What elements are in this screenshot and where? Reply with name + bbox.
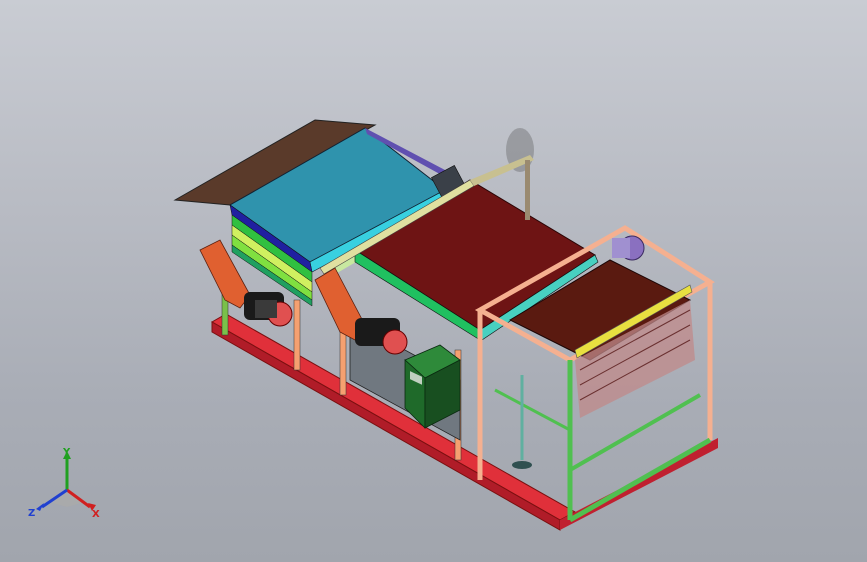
z-axis-label: Z — [28, 508, 35, 519]
x-axis-label: X — [92, 509, 100, 520]
y-axis-label: Y — [62, 447, 71, 458]
machine-3d-model[interactable] — [0, 0, 867, 562]
cad-viewport[interactable]: Y X Z — [0, 0, 867, 562]
axis-triad: Y X Z — [28, 447, 100, 520]
